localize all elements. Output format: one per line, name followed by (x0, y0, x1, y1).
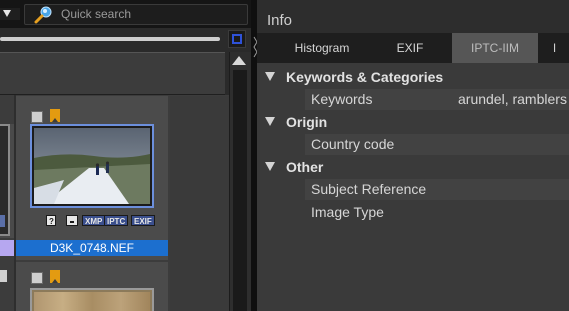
info-panel-title: Info (267, 12, 293, 29)
iptc-badge: IPTC (104, 215, 129, 226)
chevron-down-icon (3, 10, 11, 17)
info-panel-header (257, 0, 569, 33)
minus-badge-icon (66, 215, 78, 226)
thumbnail-size-slider[interactable] (0, 37, 220, 41)
field-value-keywords[interactable]: arundel, ramblers (458, 91, 567, 107)
checkbox[interactable] (0, 270, 7, 282)
view-mode-toggle[interactable] (228, 30, 246, 48)
filter-dropdown-button[interactable] (0, 8, 20, 20)
search-placeholder: Quick search (61, 7, 132, 21)
field-label-keywords: Keywords (311, 91, 373, 107)
tab-iptc-iim[interactable]: IPTC-IIM (452, 33, 538, 63)
category-keywords[interactable]: Keywords & Categories (286, 69, 443, 85)
field-label-subject-reference: Subject Reference (311, 181, 427, 197)
tab-exif[interactable]: EXIF (370, 33, 450, 63)
category-origin[interactable]: Origin (286, 114, 327, 130)
category-other[interactable]: Other (286, 159, 323, 175)
collapse-triangle-icon[interactable] (265, 72, 275, 81)
bookmark-flag-icon[interactable] (50, 109, 60, 122)
selected-filename[interactable]: D3K_0748.NEF (16, 240, 168, 256)
metadata-badge (0, 215, 5, 227)
previous-filename-bar[interactable] (0, 240, 14, 256)
scrollbar-thumb[interactable] (233, 70, 247, 311)
scroll-up-arrow-icon[interactable] (232, 56, 246, 65)
select-checkbox[interactable] (31, 272, 43, 284)
tab-histogram[interactable]: Histogram (281, 33, 363, 63)
thumbnail-image[interactable] (34, 128, 150, 204)
select-checkbox[interactable] (31, 111, 43, 123)
bookmark-flag-icon[interactable] (50, 270, 60, 283)
field-label-country-code: Country code (311, 136, 395, 152)
quick-search-input[interactable] (24, 4, 248, 25)
search-icon (34, 6, 54, 24)
field-label-image-type: Image Type (311, 204, 384, 220)
xmp-badge: XMP (82, 215, 106, 226)
collapse-triangle-icon[interactable] (265, 117, 275, 126)
browser-header (0, 52, 225, 95)
status-question-badge: ? (46, 215, 56, 226)
exif-badge: EXIF (131, 215, 155, 226)
tab-overflow[interactable]: I (540, 33, 569, 63)
square-icon (232, 34, 242, 44)
thumbnail-image[interactable] (34, 292, 150, 311)
collapse-triangle-icon[interactable] (265, 162, 275, 171)
thumbnail-cell[interactable] (170, 96, 229, 311)
